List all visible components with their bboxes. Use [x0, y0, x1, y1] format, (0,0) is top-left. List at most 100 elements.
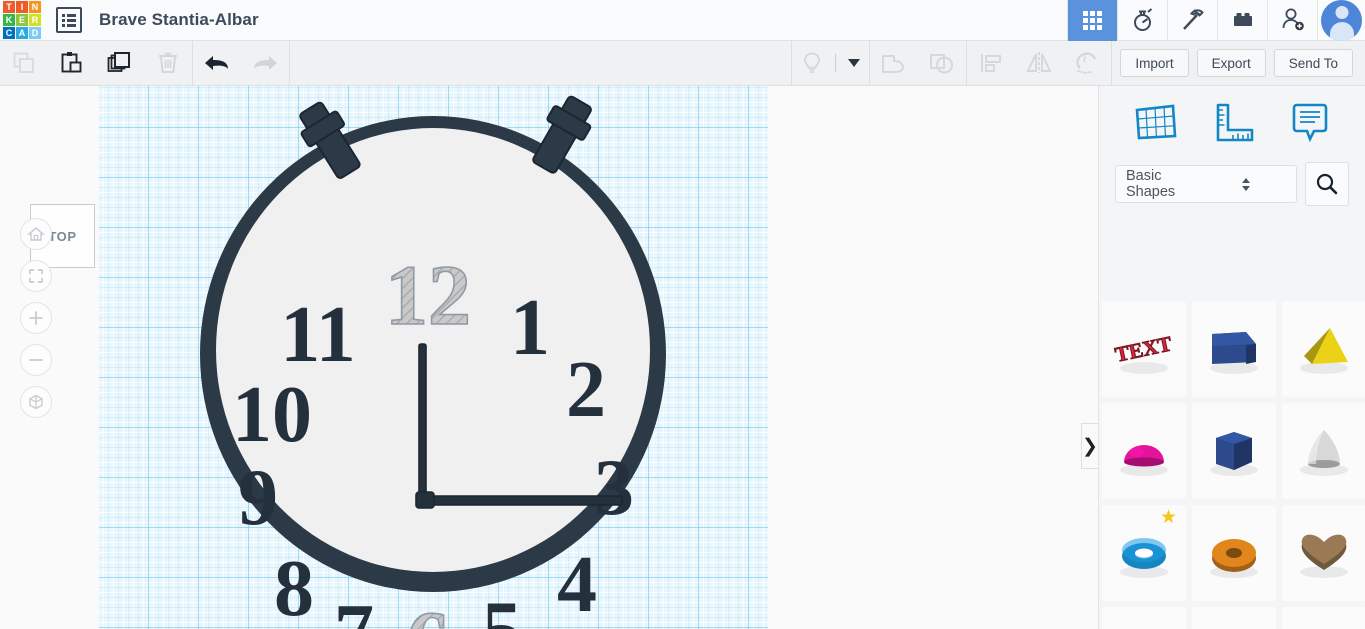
hour-hand [421, 495, 623, 506]
svg-text:TEXT: TEXT [1113, 331, 1174, 366]
export-button[interactable]: Export [1196, 49, 1266, 77]
avatar [1321, 0, 1362, 41]
logo-tile-a-7: A [16, 27, 28, 39]
shape-heart[interactable] [1282, 505, 1365, 601]
ungroup-button[interactable] [918, 41, 966, 86]
light-dropdown-button[interactable] [839, 41, 869, 86]
zoom-out-button[interactable] [20, 344, 52, 376]
duplicate-button[interactable] [96, 41, 144, 86]
logo-tile-n-2: N [29, 1, 41, 13]
tinkercad-logo[interactable]: TIN KER CAD [0, 0, 44, 41]
redo-button[interactable] [241, 41, 289, 86]
zoom-in-button[interactable] [20, 302, 52, 334]
shape-wedge[interactable] [1192, 301, 1276, 397]
hand-hub [415, 491, 435, 509]
numeral-1: 1 [510, 284, 550, 372]
collapse-panel-button[interactable]: ❯ [1081, 423, 1098, 469]
paste-button[interactable] [48, 41, 96, 86]
codeblocks-icon [1133, 8, 1152, 31]
shape-search-button[interactable] [1305, 162, 1349, 206]
ungroup-shapes-icon [930, 54, 954, 74]
logo-tile-e-4: E [16, 14, 28, 26]
notes-button[interactable] [1281, 94, 1337, 150]
copy-button[interactable] [0, 41, 48, 86]
shape-polygon-solid[interactable] [1282, 607, 1365, 629]
logo-tile-d-8: D [29, 27, 41, 39]
clock-svg: 12 1 2 3 4 5 6 7 8 9 10 11 [200, 95, 666, 629]
delete-button[interactable] [144, 41, 192, 86]
divider [835, 54, 837, 72]
spinner-arrows-icon [1206, 177, 1286, 191]
add-person-icon [1282, 8, 1304, 31]
toolbar-separator [289, 40, 290, 86]
shape-star-3d[interactable] [1102, 607, 1186, 629]
note-bubble-icon [1292, 103, 1327, 143]
design-canvas[interactable]: 12 1 2 3 4 5 6 7 8 9 10 11 [0, 86, 1098, 629]
light-mode-button[interactable] [792, 41, 832, 86]
shape-pyramid[interactable] [1282, 301, 1365, 397]
numeral-12: 12 [385, 247, 471, 343]
fit-frame-icon [29, 269, 43, 283]
user-avatar-button[interactable] [1317, 0, 1365, 41]
shape-paraboloid[interactable] [1282, 403, 1365, 499]
group-button[interactable] [870, 41, 918, 86]
shapes-panel: Basic Shapes TEXT ★ [1098, 86, 1365, 629]
main-toolbar: Import Export Send To [0, 40, 1365, 86]
magnet-icon [1076, 52, 1097, 74]
group-tool-group [870, 41, 966, 86]
fit-to-view-button[interactable] [20, 260, 52, 292]
clock-model[interactable]: 12 1 2 3 4 5 6 7 8 9 10 11 [0, 86, 1098, 629]
light-tool-group [792, 41, 869, 86]
chevron-down-icon [848, 59, 861, 67]
orthographic-toggle-button[interactable] [20, 386, 52, 418]
nav-invite-button[interactable] [1267, 0, 1317, 41]
shape-category-row: Basic Shapes [1099, 158, 1365, 210]
numeral-4: 4 [557, 541, 597, 629]
header-nav [1067, 0, 1365, 41]
undo-arrow-icon [205, 56, 228, 70]
history-tool-group [193, 41, 289, 86]
design-title[interactable]: Brave Stantia-Albar [99, 10, 259, 30]
workplane-button[interactable] [1127, 94, 1183, 150]
group-shapes-icon [882, 55, 905, 73]
nav-codeblocks-button[interactable] [1117, 0, 1167, 41]
tinkercad-app: TINKERCAD Brave Stantia-Albar Import Exp… [0, 0, 1365, 629]
logo-tile-r-5: R [29, 14, 41, 26]
numeral-5: 5 [482, 586, 522, 629]
undo-button[interactable] [193, 41, 241, 86]
shapes-scrollbar-track[interactable] [1355, 301, 1362, 629]
arrange-tool-group [967, 41, 1111, 86]
numeral-11: 11 [280, 291, 356, 379]
import-button[interactable]: Import [1120, 49, 1189, 77]
align-button[interactable] [967, 41, 1015, 86]
shape-text[interactable]: TEXT [1102, 301, 1186, 397]
numeral-9: 9 [238, 454, 278, 542]
edit-tool-group [0, 41, 192, 86]
shape-half-sphere[interactable] [1102, 403, 1186, 499]
shape-category-select[interactable]: Basic Shapes [1115, 165, 1297, 203]
nav-apps-grid-button[interactable] [1067, 0, 1117, 41]
search-icon [1316, 173, 1338, 195]
numeral-10: 10 [232, 371, 312, 459]
shapes-scroll-area[interactable]: TEXT ★ [1099, 301, 1365, 629]
nav-minecraft-button[interactable] [1167, 0, 1217, 41]
duplicate-icon [107, 52, 130, 72]
shape-star-flat[interactable] [1192, 607, 1276, 629]
shape-torus[interactable]: ★ [1102, 505, 1186, 601]
shape-tube[interactable] [1192, 505, 1276, 601]
shape-hexagon-prism[interactable] [1192, 403, 1276, 499]
send-to-button[interactable]: Send To [1273, 49, 1353, 77]
lightbulb-icon [804, 52, 821, 73]
mirror-button[interactable] [1015, 41, 1063, 86]
magnet-button[interactable] [1063, 41, 1111, 86]
lego-brick-icon [1233, 13, 1252, 26]
ruler-button[interactable] [1204, 94, 1260, 150]
numeral-8: 8 [274, 545, 314, 629]
home-view-button[interactable] [20, 218, 52, 250]
properties-list-icon[interactable] [56, 7, 82, 33]
nav-blocks-button[interactable] [1217, 0, 1267, 41]
minus-icon [29, 359, 43, 361]
logo-tile-t-0: T [3, 1, 15, 13]
minute-hand [418, 343, 427, 505]
align-icon [981, 54, 1002, 72]
